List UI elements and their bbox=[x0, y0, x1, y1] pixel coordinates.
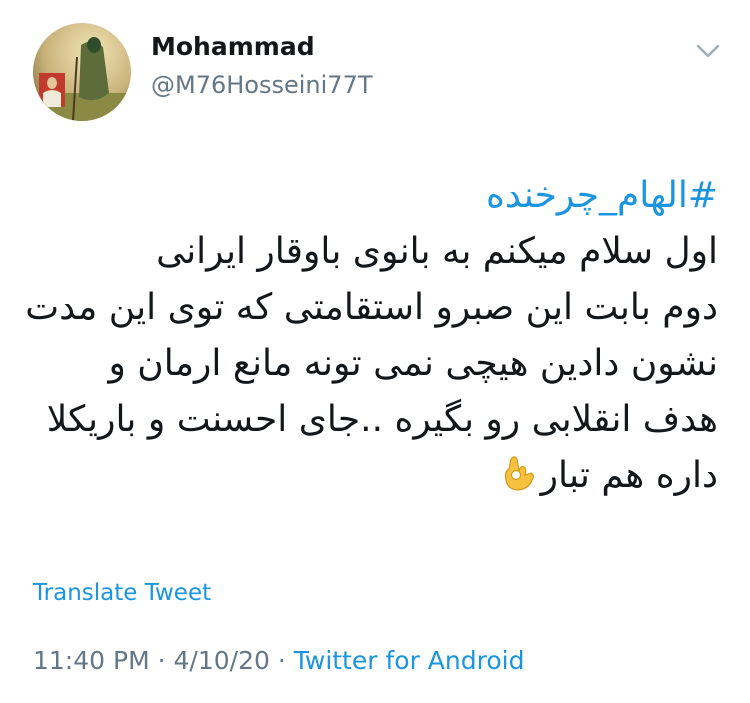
meta-separator: · bbox=[157, 646, 166, 675]
tweet-line: دوم بابت این صبرو استقامتی که توی این مد… bbox=[25, 287, 718, 328]
tweet-card: Mohammad @M76Hosseini77T #الهام_چرخنده ا… bbox=[0, 0, 750, 703]
chevron-down-icon[interactable] bbox=[692, 38, 724, 64]
tweet-text: #الهام_چرخنده اول سلام میکنم به بانوی با… bbox=[18, 168, 718, 510]
tweet-line-text: داره هم تبار bbox=[540, 455, 718, 496]
author-name[interactable]: Mohammad bbox=[151, 32, 315, 61]
tweet-line: هدف انقلابی رو بگیره ..جای احسنت و باریک… bbox=[46, 399, 718, 440]
ok-hand-emoji-icon bbox=[501, 453, 537, 510]
tweet-time[interactable]: 11:40 PM bbox=[33, 646, 150, 675]
author-handle[interactable]: @M76Hosseini77T bbox=[151, 71, 373, 99]
tweet-line: نشون دادین هیچی نمی تونه مانع ارمان و bbox=[108, 343, 718, 384]
translate-tweet-link[interactable]: Translate Tweet bbox=[33, 580, 211, 606]
tweet-line: اول سلام میکنم به بانوی باوقار ایرانی bbox=[156, 231, 718, 272]
tweet-line-last: داره هم تبار bbox=[18, 448, 718, 510]
hashtag-link[interactable]: #الهام_چرخنده bbox=[18, 168, 718, 224]
profile-avatar[interactable] bbox=[33, 23, 131, 121]
tweet-source-link[interactable]: Twitter for Android bbox=[294, 646, 525, 675]
tweet-date[interactable]: 4/10/20 bbox=[174, 646, 270, 675]
tweet-meta: 11:40 PM · 4/10/20 · Twitter for Android bbox=[33, 646, 524, 675]
meta-separator: · bbox=[277, 646, 286, 675]
